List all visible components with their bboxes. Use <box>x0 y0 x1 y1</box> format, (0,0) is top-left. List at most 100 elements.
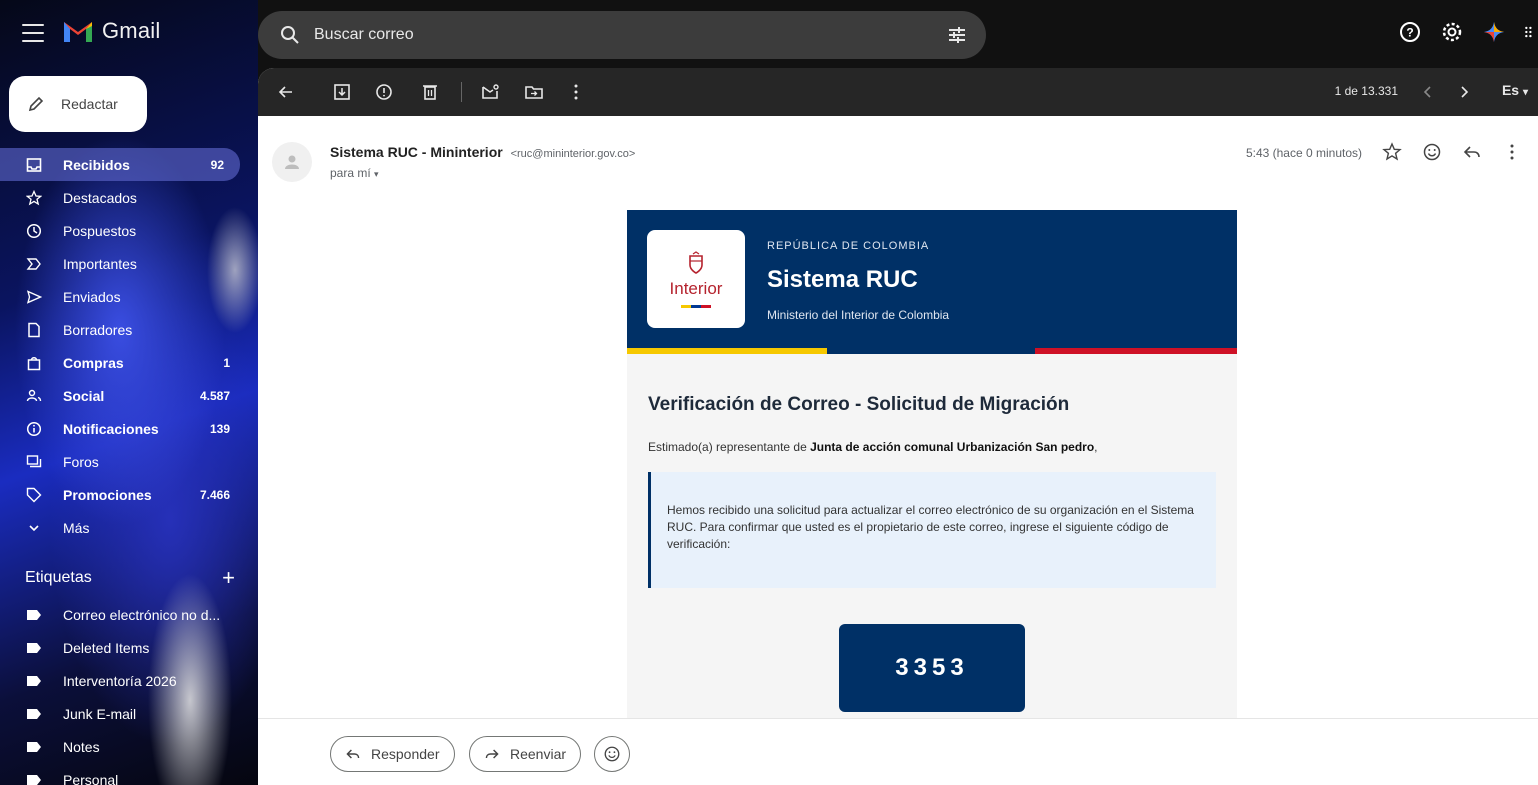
forum-icon <box>25 453 43 471</box>
archive-icon[interactable] <box>332 82 352 102</box>
coat-of-arms-icon <box>689 250 703 274</box>
inbox-icon <box>25 156 43 174</box>
important-icon <box>25 255 43 273</box>
apps-grid-icon[interactable] <box>1524 20 1538 44</box>
previous-chevron-icon[interactable] <box>1418 82 1438 102</box>
reply-icon <box>346 749 360 759</box>
help-icon[interactable]: ? <box>1398 20 1422 44</box>
sidebar-item-label: Notificaciones <box>63 420 159 437</box>
verification-code: 3353 <box>839 624 1025 712</box>
label-item[interactable]: Personal <box>0 763 246 785</box>
message-time: 5:43 (hace 0 minutos) <box>1245 146 1362 160</box>
label-tag-icon <box>27 675 41 686</box>
sidebar-item-count: 139 <box>209 421 230 436</box>
sidebar-item-compras[interactable]: Compras 1 <box>0 346 246 379</box>
organization-name: Junta de acción comunal Urbanización San… <box>810 440 1095 454</box>
pager-count: 1 de 13.331 <box>1334 84 1398 98</box>
mark-unread-icon[interactable] <box>480 82 500 102</box>
tag-icon <box>25 486 43 504</box>
email-brand-subtitle: Ministerio del Interior de Colombia <box>767 308 950 322</box>
forward-button[interactable]: Reenviar <box>469 736 582 772</box>
sidebar-item-label: Enviados <box>63 288 121 305</box>
sidebar-item-label: Importantes <box>63 255 137 272</box>
search-bar[interactable] <box>258 11 986 59</box>
label-item[interactable]: Notes <box>0 730 246 763</box>
message-toolbar: 1 de 13.331 Es ▾ <box>258 68 1538 116</box>
email-greeting: Estimado(a) representante de Junta de ac… <box>648 440 1098 454</box>
info-callout: Hemos recibido una solicitud para actual… <box>648 472 1216 588</box>
sidebar-item-label: Destacados <box>63 189 137 206</box>
label-item[interactable]: Correo electrónico no d... <box>0 598 246 631</box>
sidebar-item-label: Compras <box>63 354 124 371</box>
search-input[interactable] <box>314 23 914 47</box>
label-tag-icon <box>27 774 41 785</box>
sidebar-item-label: Borradores <box>63 321 133 338</box>
label-name: Deleted Items <box>63 639 150 656</box>
label-name: Junk E-mail <box>63 705 137 722</box>
reply-icon[interactable] <box>1462 142 1482 162</box>
more-options-icon[interactable] <box>566 82 586 102</box>
sender-name: Sistema RUC - Mininterior <box>330 144 503 160</box>
sidebar-item-notificaciones[interactable]: Notificaciones 139 <box>0 412 246 445</box>
ministerio-logo: Interior <box>647 230 745 328</box>
compose-button[interactable]: Redactar <box>9 76 147 132</box>
draft-icon <box>25 321 43 339</box>
search-icon[interactable] <box>278 23 302 47</box>
sidebar-item-pospuestos[interactable]: Pospuestos <box>0 214 246 247</box>
move-to-icon[interactable] <box>524 82 544 102</box>
label-item[interactable]: Junk E-mail <box>0 697 246 730</box>
input-language-selector[interactable]: Es ▾ <box>1502 82 1528 98</box>
star-icon[interactable] <box>1382 142 1402 162</box>
label-tag-icon <box>27 741 41 752</box>
labels-section-header: Etiquetas + <box>25 565 235 591</box>
email-country: REPÚBLICA DE COLOMBIA <box>767 240 930 252</box>
reply-button[interactable]: Responder <box>330 736 455 772</box>
trash-icon[interactable] <box>420 82 440 102</box>
sidebar-item-foros[interactable]: Foros <box>0 445 246 478</box>
sidebar-item-destacados[interactable]: Destacados <box>0 181 246 214</box>
add-label-button[interactable]: + <box>222 565 235 591</box>
sidebar-item-mas[interactable]: Más <box>0 511 246 544</box>
emoji-reaction-button[interactable] <box>594 736 630 772</box>
gmail-logo[interactable]: Gmail <box>62 18 160 44</box>
sender-name-block[interactable]: Sistema RUC - Mininterior <ruc@mininteri… <box>330 144 635 160</box>
labels-list: Correo electrónico no d... Deleted Items… <box>0 598 246 785</box>
sidebar-item-recibidos[interactable]: Recibidos 92 <box>0 148 240 181</box>
label-name: Correo electrónico no d... <box>63 606 221 623</box>
gemini-sparkle-icon[interactable] <box>1482 20 1506 44</box>
caret-down-icon: ▾ <box>1522 87 1528 98</box>
main-menu-icon[interactable] <box>22 24 44 42</box>
forward-label: Reenviar <box>510 746 567 762</box>
star-icon <box>25 189 43 207</box>
label-name: Interventoría 2026 <box>63 672 177 689</box>
label-item[interactable]: Deleted Items <box>0 631 246 664</box>
message-actions <box>1382 142 1522 162</box>
sidebar-item-enviados[interactable]: Enviados <box>0 280 246 313</box>
recipient-details[interactable]: para mí ▾ <box>330 166 379 180</box>
sidebar-item-importantes[interactable]: Importantes <box>0 247 246 280</box>
label-item[interactable]: Interventoría 2026 <box>0 664 246 697</box>
settings-gear-icon[interactable] <box>1440 20 1464 44</box>
sidebar-item-label: Social <box>63 387 105 404</box>
next-chevron-icon[interactable] <box>1454 82 1474 102</box>
sidebar-item-promociones[interactable]: Promociones 7.466 <box>0 478 246 511</box>
more-options-icon[interactable] <box>1502 142 1522 162</box>
reply-bar: Responder Reenviar <box>258 718 1538 785</box>
back-arrow-icon[interactable] <box>276 82 296 102</box>
flag-bar <box>681 304 711 308</box>
emoji-reaction-icon[interactable] <box>1422 142 1442 162</box>
sidebar-item-label: Pospuestos <box>63 222 137 239</box>
smiley-icon <box>604 746 620 762</box>
report-spam-icon[interactable] <box>374 82 394 102</box>
social-icon <box>25 387 43 405</box>
person-icon <box>285 155 299 169</box>
label-name: Personal <box>63 771 119 785</box>
sender-email: <ruc@mininterior.gov.co> <box>510 148 636 160</box>
send-icon <box>25 288 43 306</box>
sidebar-item-social[interactable]: Social 4.587 <box>0 379 246 412</box>
avatar[interactable] <box>272 142 312 182</box>
shopping-icon <box>25 354 43 372</box>
search-options-icon[interactable] <box>946 24 968 46</box>
sidebar-item-count: 4.587 <box>199 388 230 403</box>
sidebar-item-borradores[interactable]: Borradores <box>0 313 246 346</box>
